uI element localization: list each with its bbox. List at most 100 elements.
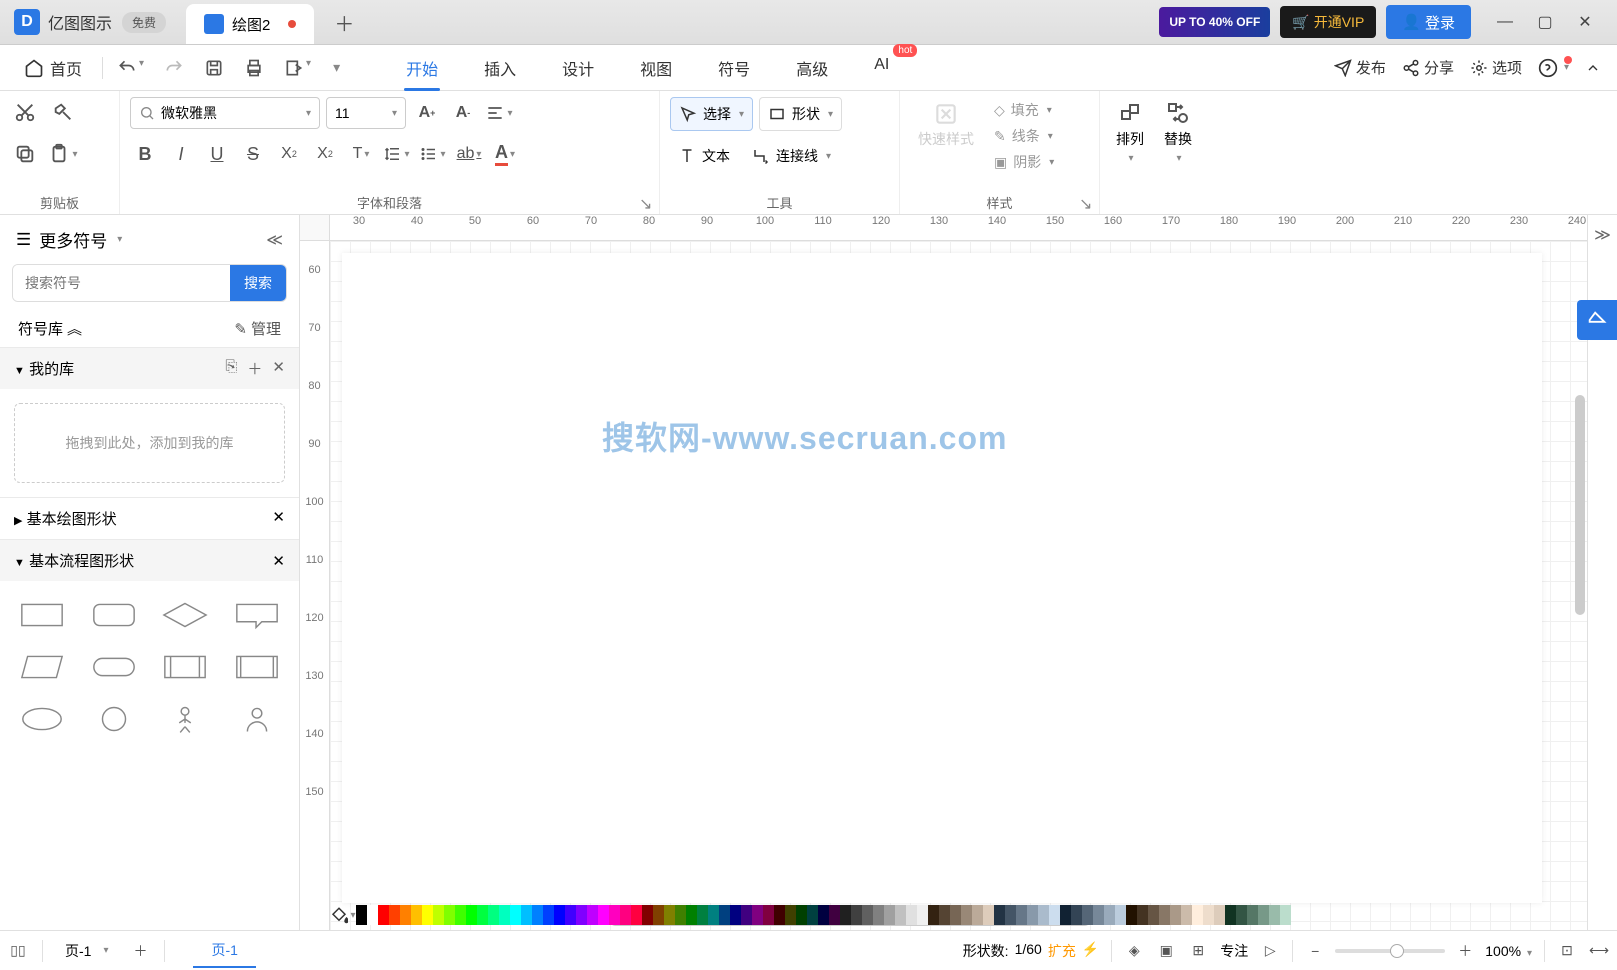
- vip-button[interactable]: 🛒 开通VIP: [1280, 6, 1376, 38]
- replace-button[interactable]: 替换 ▾: [1158, 97, 1198, 168]
- save-button[interactable]: [194, 58, 234, 78]
- zoom-slider[interactable]: [1335, 949, 1445, 953]
- export-button[interactable]: ▾: [274, 58, 321, 78]
- strikethrough-button[interactable]: S: [238, 139, 268, 169]
- zoom-out-button[interactable]: −: [1305, 941, 1325, 961]
- color-swatch[interactable]: [477, 905, 488, 925]
- new-tab-button[interactable]: ＋: [330, 8, 358, 36]
- color-swatch[interactable]: [367, 905, 378, 925]
- color-swatch[interactable]: [1137, 905, 1148, 925]
- collapse-ribbon-button[interactable]: [1585, 60, 1601, 76]
- color-swatch[interactable]: [532, 905, 543, 925]
- color-swatch[interactable]: [1269, 905, 1280, 925]
- color-swatch[interactable]: [1049, 905, 1060, 925]
- color-swatch[interactable]: [466, 905, 477, 925]
- zoom-value[interactable]: 100% ▾: [1485, 943, 1532, 959]
- color-swatch[interactable]: [752, 905, 763, 925]
- superscript-button[interactable]: X2: [274, 139, 304, 169]
- color-swatch[interactable]: [1203, 905, 1214, 925]
- color-swatch[interactable]: [554, 905, 565, 925]
- line-spacing-button[interactable]: ▾: [382, 139, 412, 169]
- expand-right-panel-button[interactable]: ≫: [1594, 225, 1611, 245]
- fit-icon[interactable]: ▣: [1156, 941, 1176, 961]
- color-swatch[interactable]: [1115, 905, 1126, 925]
- share-button[interactable]: 分享: [1402, 57, 1454, 78]
- menu-tab-1[interactable]: 插入: [478, 46, 522, 90]
- color-swatch[interactable]: [730, 905, 741, 925]
- color-swatch[interactable]: [488, 905, 499, 925]
- color-swatch[interactable]: [356, 905, 367, 925]
- color-swatch[interactable]: [422, 905, 433, 925]
- color-swatch[interactable]: [664, 905, 675, 925]
- color-swatch[interactable]: [1016, 905, 1027, 925]
- color-swatch[interactable]: [950, 905, 961, 925]
- color-swatch[interactable]: [631, 905, 642, 925]
- color-swatch[interactable]: [1258, 905, 1269, 925]
- color-swatch[interactable]: [708, 905, 719, 925]
- home-button[interactable]: 首页: [8, 56, 98, 80]
- shape-diamond[interactable]: [156, 595, 216, 635]
- menu-tab-2[interactable]: 设计: [556, 46, 600, 90]
- shape-ellipse[interactable]: [12, 699, 72, 739]
- shape-rounded-rect[interactable]: [84, 595, 144, 635]
- print-button[interactable]: [234, 58, 274, 78]
- search-input[interactable]: [13, 265, 230, 301]
- color-swatch[interactable]: [741, 905, 752, 925]
- promo-badge[interactable]: UP TO 40% OFF: [1159, 7, 1270, 37]
- more-button[interactable]: ▾: [321, 59, 350, 76]
- grid-icon[interactable]: ⊞: [1188, 941, 1208, 961]
- fit-width-icon[interactable]: ⟷: [1589, 941, 1609, 961]
- layers-icon[interactable]: ◈: [1124, 941, 1144, 961]
- fill-tool-icon[interactable]: ▾: [330, 906, 356, 924]
- color-swatch[interactable]: [1093, 905, 1104, 925]
- flow-shapes-section[interactable]: ▼ 基本流程图形状 ✕: [0, 539, 299, 581]
- fill-button[interactable]: ◇填充▾: [990, 97, 1058, 123]
- decrease-font-button[interactable]: A-: [448, 98, 478, 128]
- color-swatch[interactable]: [543, 905, 554, 925]
- color-swatch[interactable]: [378, 905, 389, 925]
- expand-button[interactable]: 扩充: [1048, 941, 1076, 961]
- color-swatch[interactable]: [862, 905, 873, 925]
- color-swatch[interactable]: [1225, 905, 1236, 925]
- font-size-select[interactable]: 11 ▾: [326, 97, 406, 129]
- close-section-icon[interactable]: ✕: [272, 358, 285, 379]
- underline-button[interactable]: U: [202, 139, 232, 169]
- color-swatch[interactable]: [796, 905, 807, 925]
- zoom-in-button[interactable]: ＋: [1455, 941, 1475, 961]
- page-area[interactable]: 搜软网-www.secruan.com: [342, 253, 1542, 903]
- color-swatch[interactable]: [829, 905, 840, 925]
- menu-tab-0[interactable]: 开始: [400, 46, 444, 90]
- shape-subprocess[interactable]: [156, 647, 216, 687]
- zoom-thumb[interactable]: [1390, 944, 1404, 958]
- shape-parallelogram[interactable]: [12, 647, 72, 687]
- add-icon[interactable]: ＋: [247, 358, 262, 379]
- color-swatch[interactable]: [697, 905, 708, 925]
- font-color-button[interactable]: A▾: [490, 139, 520, 169]
- collapse-sidebar-button[interactable]: ≪: [266, 230, 283, 250]
- color-swatch[interactable]: [587, 905, 598, 925]
- color-swatch[interactable]: [1126, 905, 1137, 925]
- color-swatch[interactable]: [818, 905, 829, 925]
- redo-button[interactable]: [154, 58, 194, 78]
- shape-callout[interactable]: [227, 595, 287, 635]
- color-swatch[interactable]: [675, 905, 686, 925]
- shape-circle[interactable]: [84, 699, 144, 739]
- color-swatch[interactable]: [807, 905, 818, 925]
- color-swatch[interactable]: [1236, 905, 1247, 925]
- shape-rectangle[interactable]: [12, 595, 72, 635]
- menu-tab-4[interactable]: 符号: [712, 46, 756, 90]
- color-swatch[interactable]: [972, 905, 983, 925]
- color-swatch[interactable]: [1060, 905, 1071, 925]
- color-swatch[interactable]: [389, 905, 400, 925]
- color-swatch[interactable]: [653, 905, 664, 925]
- undo-button[interactable]: ▾: [107, 58, 154, 78]
- color-swatch[interactable]: [598, 905, 609, 925]
- font-launcher-icon[interactable]: ↘: [639, 194, 655, 210]
- color-swatch[interactable]: [1247, 905, 1258, 925]
- manage-button[interactable]: ✎管理: [234, 318, 281, 339]
- color-swatch[interactable]: [521, 905, 532, 925]
- align-button[interactable]: ▾: [484, 98, 514, 128]
- text-case-button[interactable]: T▾: [346, 139, 376, 169]
- color-swatch[interactable]: [565, 905, 576, 925]
- color-swatch[interactable]: [873, 905, 884, 925]
